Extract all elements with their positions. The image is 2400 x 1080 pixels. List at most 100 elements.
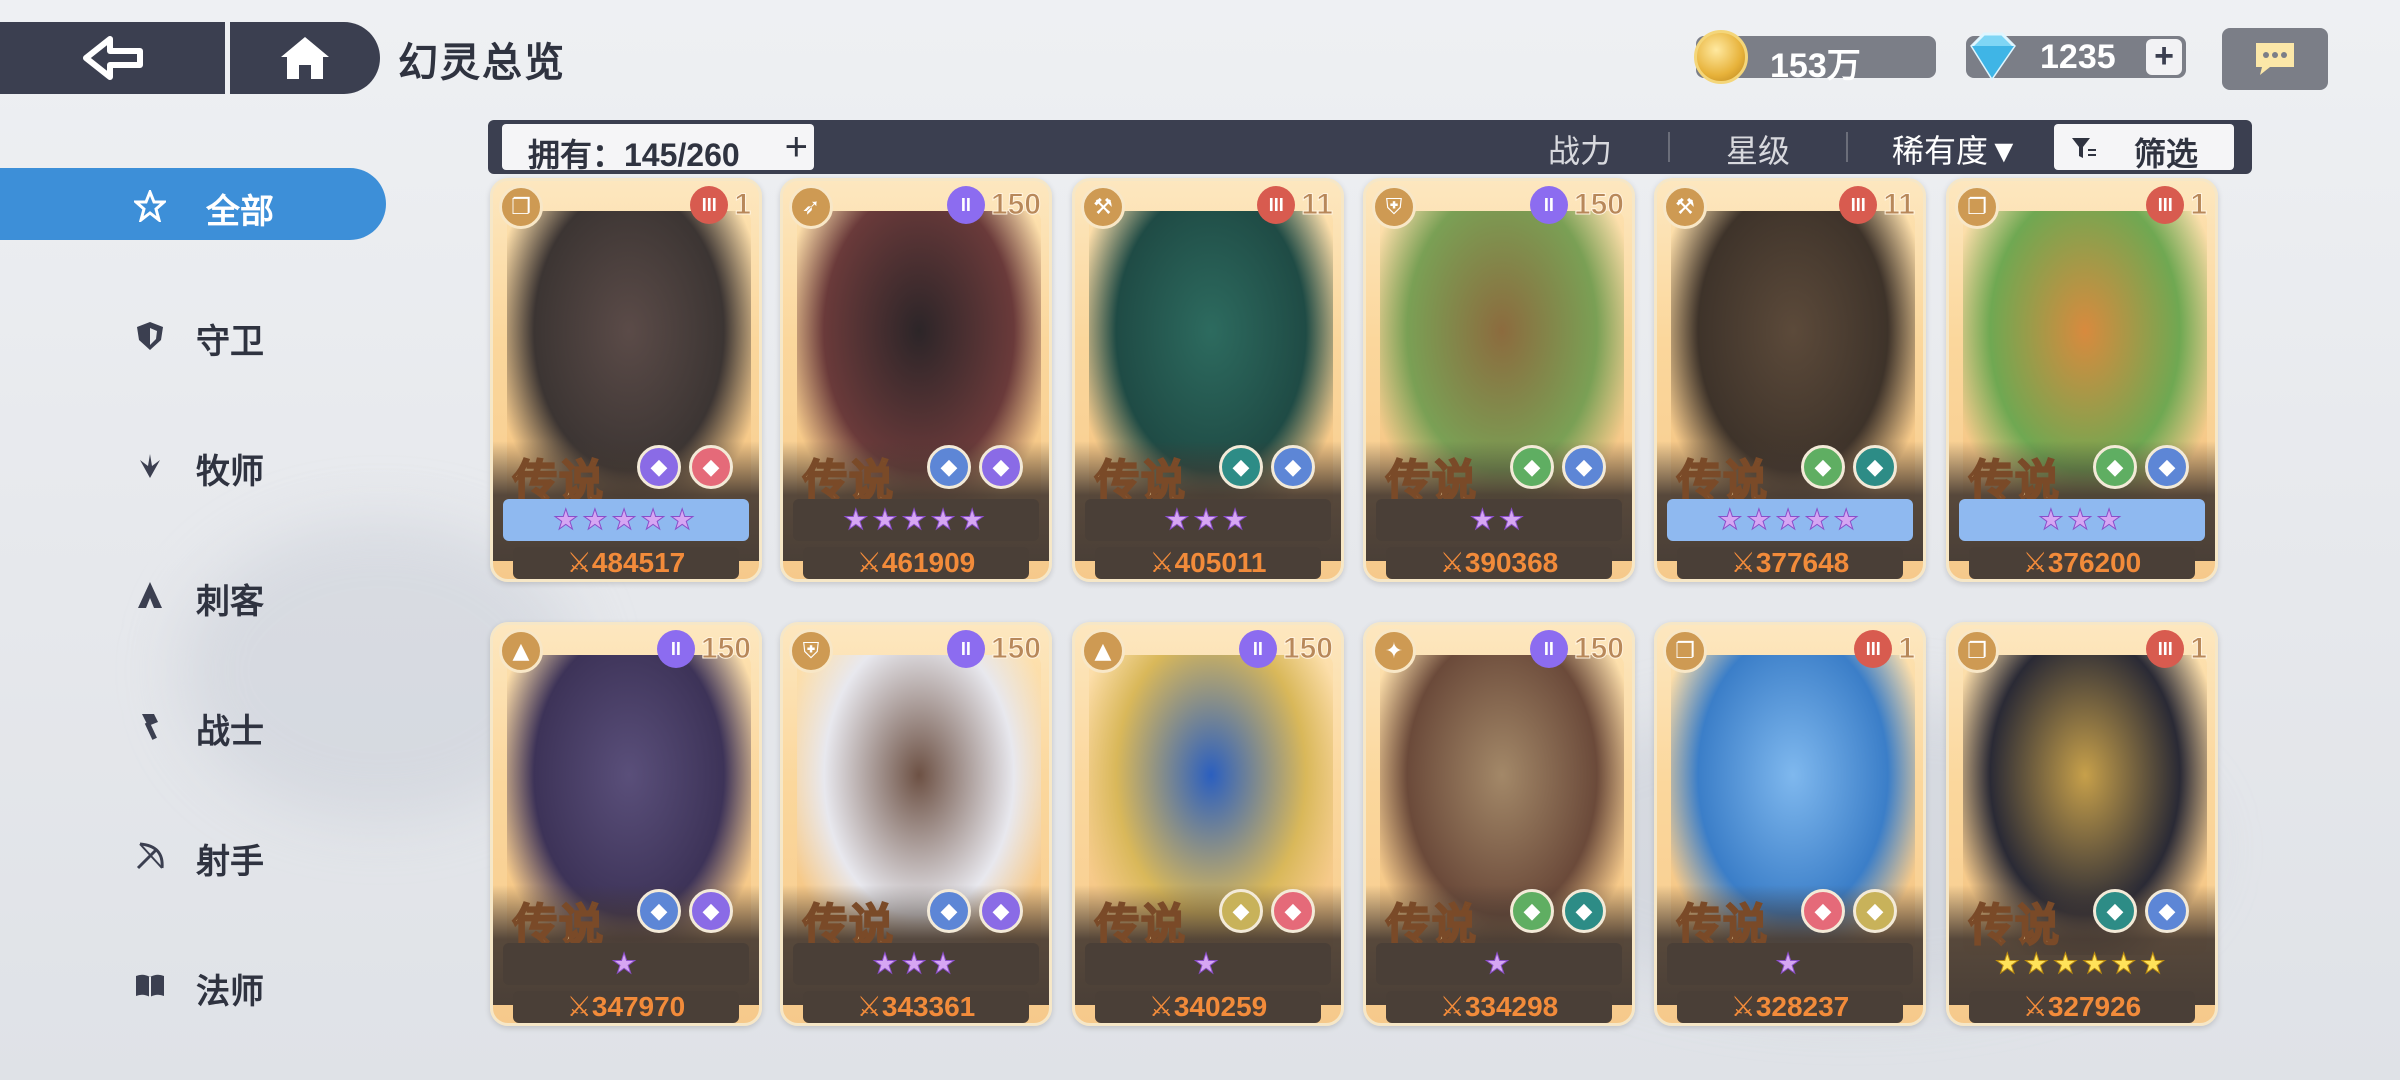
element-icon: ◆: [1510, 889, 1554, 933]
home-button[interactable]: [230, 22, 380, 94]
gem-icon: [1970, 32, 2016, 81]
tier-badge: II 150: [1238, 629, 1334, 669]
shield-class-icon: ⛨: [1372, 185, 1416, 229]
sidebar-item-warrior[interactable]: 战士: [0, 688, 386, 760]
tier-badge: III 11: [1839, 185, 1915, 225]
element-icon: ◆: [1801, 889, 1845, 933]
tier-rank-icon: II: [946, 186, 985, 224]
hero-card[interactable]: ❐ III 1 传说 ◆ ◆ ★ ⚔328237: [1654, 622, 1926, 1026]
sort-star-tab[interactable]: 星级: [1726, 126, 1790, 172]
element-icon: ◆: [979, 445, 1023, 489]
back-button[interactable]: [0, 22, 225, 94]
sidebar-item-mage[interactable]: 法师: [0, 948, 386, 1020]
owned-count: 拥有：145/260: [528, 137, 740, 173]
hero-card[interactable]: ✦ II 150 传说 ◆ ◆ ★ ⚔334298: [1363, 622, 1635, 1026]
element-icon: ◆: [637, 889, 681, 933]
hero-card[interactable]: ▲ II 150 传说 ◆ ◆ ★ ⚔340259: [1072, 622, 1344, 1026]
element-icon: ◆: [689, 445, 733, 489]
tier-badge: II 150: [946, 629, 1042, 669]
hero-card[interactable]: ⚒ III 11 传说 ◆ ◆ ★★★★★ ⚔377648: [1654, 178, 1926, 582]
element-icon: ◆: [1562, 445, 1606, 489]
power-value: ⚔347970: [513, 991, 739, 1023]
gem-counter: 1235 +: [1966, 32, 2186, 81]
power-value: ⚔376200: [1969, 547, 2195, 579]
power-value: ⚔377648: [1677, 547, 1903, 579]
sidebar-item-label: 战士: [196, 713, 264, 751]
priest-wing-icon: [140, 454, 160, 478]
hero-card[interactable]: ⚒ III 11 传说 ◆ ◆ ★★★ ⚔405011: [1072, 178, 1344, 582]
tier-badge: III 1: [690, 185, 751, 225]
star-rating: ★: [1085, 943, 1331, 985]
tier-badge: II 150: [1529, 629, 1625, 669]
element-icon: ◆: [1853, 445, 1897, 489]
tier-level: 150: [990, 632, 1041, 666]
star-rating: ★: [1376, 943, 1622, 985]
bow-class-icon: ➶: [789, 185, 833, 229]
gold-coin-icon: [1694, 30, 1748, 84]
hero-card[interactable]: ▲ II 150 传说 ◆ ◆ ★ ⚔347970: [490, 622, 762, 1026]
element-icon: ◆: [927, 445, 971, 489]
tier-rank-icon: II: [1529, 630, 1568, 668]
element-icon: ◆: [637, 445, 681, 489]
book-class-icon: ❐: [1955, 185, 1999, 229]
tier-rank-icon: II: [1529, 186, 1568, 224]
hero-card[interactable]: ⛨ II 150 传说 ◆ ◆ ★★★ ⚔343361: [780, 622, 1052, 1026]
axe-class-icon: ⚒: [1663, 185, 1707, 229]
sidebar-item-label: 守卫: [196, 323, 264, 361]
book-class-icon: ❐: [1663, 629, 1707, 673]
owned-count-box[interactable]: 拥有：145/260 +: [502, 124, 814, 173]
tier-rank-icon: III: [690, 186, 729, 224]
tier-level: 1: [1898, 632, 1916, 666]
tier-level: 150: [990, 188, 1041, 222]
tier-level: 150: [700, 632, 751, 666]
hero-card[interactable]: ⛨ II 150 传说 ◆ ◆ ★★ ⚔390368: [1363, 178, 1635, 582]
tier-badge: II 150: [656, 629, 752, 669]
sort-power-tab[interactable]: 战力: [1548, 126, 1612, 172]
tier-level: 11: [1883, 188, 1916, 222]
book-class-icon: ❐: [499, 185, 543, 229]
page-title: 幻灵总览: [398, 41, 566, 85]
sidebar-item-label: 刺客: [196, 583, 264, 621]
power-value: ⚔334298: [1386, 991, 1612, 1023]
power-value: ⚔405011: [1095, 547, 1321, 579]
book-class-icon: ❐: [1955, 629, 1999, 673]
tier-badge: II 150: [1529, 185, 1625, 225]
hood-class-icon: ▲: [499, 629, 543, 673]
star-rating: ★★★: [793, 943, 1039, 985]
chat-button[interactable]: [2222, 28, 2328, 90]
tier-rank-icon: II: [656, 630, 695, 668]
gold-counter: 153万: [1694, 30, 1936, 85]
back-arrow-icon: [82, 36, 143, 80]
sidebar-item-assassin[interactable]: 刺客: [0, 558, 386, 630]
power-value: ⚔390368: [1386, 547, 1612, 579]
hero-card[interactable]: ❐ III 1 传说 ◆ ◆ ★★★ ⚔376200: [1946, 178, 2218, 582]
sort-rarity-tab[interactable]: 稀有度▼: [1892, 126, 2020, 172]
hero-card[interactable]: ➶ II 150 传说 ◆ ◆ ★★★★★ ⚔461909: [780, 178, 1052, 582]
sidebar-item-priest[interactable]: 牧师: [0, 428, 386, 500]
home-icon: [281, 37, 329, 79]
element-icon: ◆: [979, 889, 1023, 933]
filter-button[interactable]: 筛选: [2054, 124, 2234, 172]
sidebar-item-guard[interactable]: 守卫: [0, 298, 386, 370]
sidebar-item-all[interactable]: 全部: [0, 168, 386, 240]
power-value: ⚔461909: [803, 547, 1029, 579]
star-rating: ★★★: [1959, 499, 2205, 541]
top-navigation: [0, 22, 380, 94]
tier-rank-icon: III: [1257, 186, 1296, 224]
tier-badge: II 150: [946, 185, 1042, 225]
element-icon: ◆: [2145, 445, 2189, 489]
tier-rank-icon: II: [946, 630, 985, 668]
tier-rank-icon: III: [1839, 186, 1878, 224]
hero-card[interactable]: ❐ III 1 传说 ◆ ◆ ★★★★★ ⚔484517: [490, 178, 762, 582]
add-gems-button[interactable]: +: [2146, 39, 2182, 75]
expand-plus-icon[interactable]: +: [785, 125, 808, 170]
hero-card[interactable]: ❐ III 1 传说 ◆ ◆ ★★★★★★ ⚔327926: [1946, 622, 2218, 1026]
element-icon: ◆: [1219, 445, 1263, 489]
element-icon: ◆: [1219, 889, 1263, 933]
tier-level: 1: [2190, 188, 2208, 222]
sidebar-item-archer[interactable]: 射手: [0, 818, 386, 890]
element-icon: ◆: [1801, 445, 1845, 489]
sidebar-item-label: 全部: [206, 193, 274, 231]
tier-level: 1: [734, 188, 752, 222]
element-icon: ◆: [927, 889, 971, 933]
